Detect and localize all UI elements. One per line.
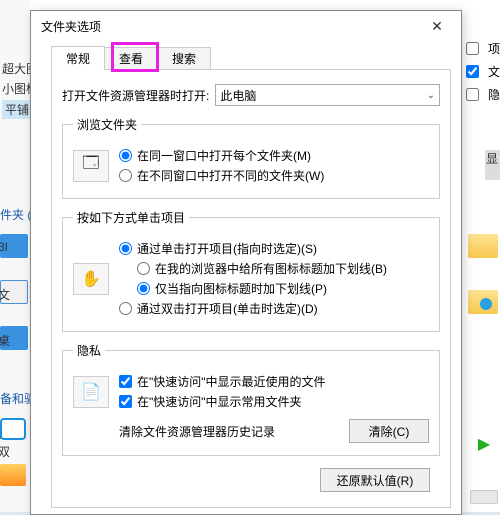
view-options-strip: 项目组 文件技 隐藏的 [466, 40, 500, 103]
browse-folders-group: 浏览文件夹 🗔 在同一窗口中打开每个文件夹(M) 在不同窗口中打开不同的文件夹(… [62, 116, 440, 199]
restore-defaults-button[interactable]: 还原默认值(R) [320, 468, 430, 492]
folder-options-dialog: 文件夹选项 ✕ 常规 查看 搜索 打开文件资源管理器时打开: 此电脑 ⌄ 浏览文… [30, 10, 462, 515]
clear-history-label: 清除文件资源管理器历史记录 [119, 423, 349, 440]
underline-hover-option[interactable]: 仅当指向图标标题时加下划线(P) [137, 280, 429, 297]
bg-side: 桌 [0, 332, 10, 349]
clear-button[interactable]: 清除(C) [349, 419, 429, 443]
tab-content: 打开文件资源管理器时打开: 此电脑 ⌄ 浏览文件夹 🗔 在同一窗口中打开每个文件… [51, 69, 451, 508]
privacy-group: 隐私 📄 在"快速访问"中显示最近使用的文件 在"快速访问"中显示常用文件夹 清… [62, 342, 440, 456]
browse-legend: 浏览文件夹 [73, 116, 141, 133]
titlebar: 文件夹选项 ✕ [31, 11, 461, 41]
new-window-option[interactable]: 在不同窗口中打开不同的文件夹(W) [119, 167, 429, 184]
tab-search[interactable]: 搜索 [157, 47, 211, 71]
underline-all-option[interactable]: 在我的浏览器中给所有图标标题加下划线(B) [137, 260, 429, 277]
bg-side: 显 [486, 150, 498, 167]
tabs: 常规 查看 搜索 [51, 45, 451, 69]
privacy-icon: 📄 [73, 376, 109, 408]
bg-side: 双 [0, 443, 10, 460]
chevron-down-icon: ⌄ [427, 90, 435, 101]
show-recent-files-option[interactable]: 在"快速访问"中显示最近使用的文件 [119, 373, 429, 390]
bg-toolbar: 平铺 [2, 100, 32, 119]
double-click-option[interactable]: 通过双击打开项目(单击时选定)(D) [119, 300, 429, 317]
tab-view[interactable]: 查看 [104, 47, 158, 71]
click-legend: 按如下方式单击项目 [73, 209, 189, 226]
privacy-legend: 隐私 [73, 342, 105, 359]
single-click-option[interactable]: 通过单击打开项目(指向时选定)(S) [119, 240, 429, 257]
checkbox[interactable] [466, 88, 479, 101]
checkbox[interactable] [466, 65, 479, 78]
cursor-icon: ✋ [73, 263, 109, 295]
bg-side: 3I [0, 240, 8, 254]
same-window-option[interactable]: 在同一窗口中打开每个文件夹(M) [119, 147, 429, 164]
open-explorer-select[interactable]: 此电脑 ⌄ [215, 84, 440, 106]
click-items-group: 按如下方式单击项目 ✋ 通过单击打开项目(指向时选定)(S) 在我的浏览器中给所… [62, 209, 440, 332]
dialog-title: 文件夹选项 [41, 18, 419, 35]
close-button[interactable]: ✕ [419, 13, 455, 39]
tab-general[interactable]: 常规 [51, 46, 105, 70]
window-icon: 🗔 [73, 150, 109, 182]
checkbox[interactable] [466, 42, 479, 55]
bg-side: 文 [0, 286, 10, 303]
open-explorer-label: 打开文件资源管理器时打开: [62, 87, 209, 104]
show-frequent-folders-option[interactable]: 在"快速访问"中显示常用文件夹 [119, 393, 429, 410]
